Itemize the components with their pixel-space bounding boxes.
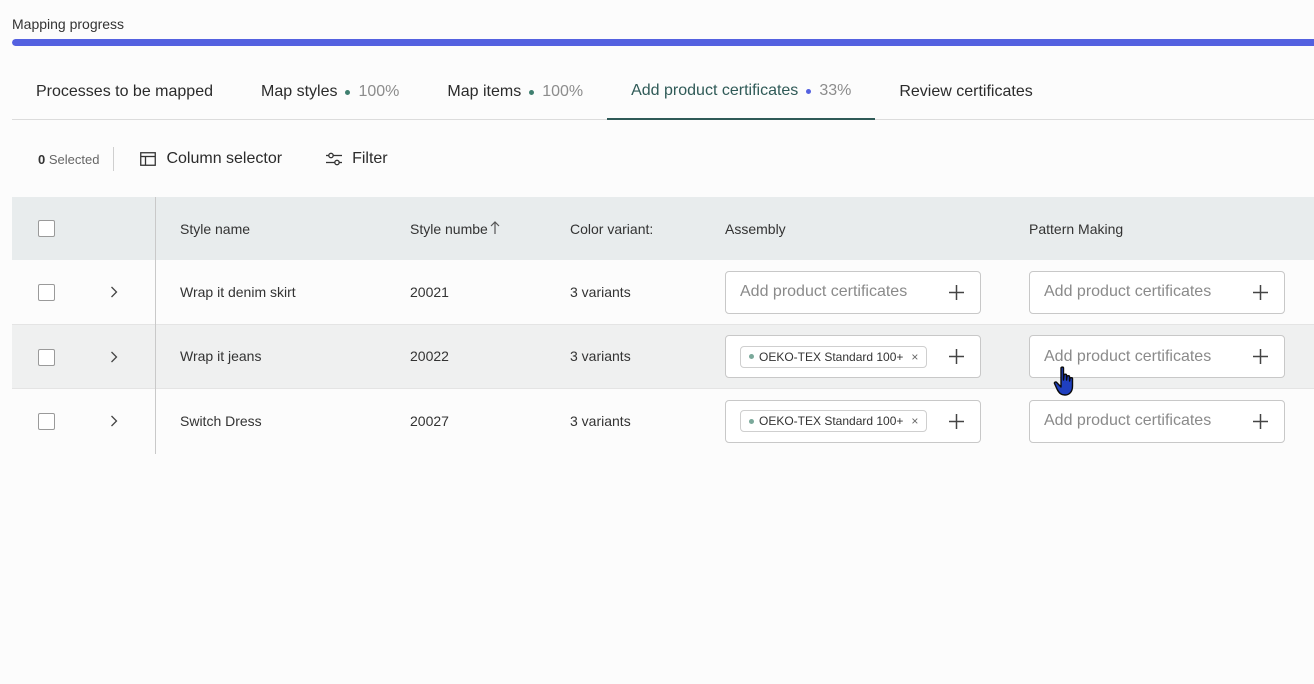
remove-tag-icon[interactable]: ×	[911, 350, 918, 364]
style-number: 20027	[410, 413, 449, 430]
toolbar-divider	[113, 147, 115, 171]
pattern-making-certificate-field[interactable]: Add product certificates	[1029, 270, 1285, 314]
column-divider	[155, 197, 156, 454]
column-header-style-name[interactable]: Style name	[180, 197, 250, 260]
row-checkbox[interactable]	[38, 413, 55, 430]
plus-icon[interactable]	[949, 284, 964, 300]
tab-label: Processes to be mapped	[36, 83, 213, 100]
color-variants: 3 variants	[570, 348, 631, 365]
plus-icon[interactable]	[949, 413, 964, 429]
assembly-certificate-field[interactable]: OEKO-TEX Standard 100+ ×	[725, 399, 981, 443]
chevron-right-icon[interactable]	[110, 415, 118, 427]
tab-label: Map items	[447, 83, 522, 100]
certificate-placeholder: Add product certificates	[1044, 412, 1212, 429]
style-name: Switch Dress	[180, 413, 262, 430]
status-dot	[806, 88, 812, 94]
table-icon	[140, 152, 157, 166]
hand-pointer-icon	[1053, 366, 1074, 396]
tab-percent: 100%	[358, 83, 400, 100]
tab-label: Map styles	[261, 83, 338, 100]
color-variants: 3 variants	[570, 413, 631, 430]
tab-review-certificates[interactable]: Review certificates	[875, 64, 1056, 120]
style-name: Wrap it denim skirt	[180, 283, 296, 300]
certificate-placeholder: Add product certificates	[740, 283, 908, 300]
table-row[interactable]: Wrap it jeans 20022 3 variants OEKO-TEX …	[12, 324, 1314, 389]
plus-icon[interactable]	[1253, 284, 1268, 300]
tab-label: Add product certificates	[631, 82, 799, 99]
table-row[interactable]: Wrap it denim skirt 20021 3 variants Add…	[12, 260, 1314, 325]
remove-tag-icon[interactable]: ×	[911, 414, 918, 428]
tab-bar: Processes to be mapped Map styles 100% M…	[12, 64, 1314, 120]
color-variants: 3 variants	[570, 283, 631, 300]
select-all-checkbox[interactable]	[38, 220, 55, 237]
tab-label: Review certificates	[899, 83, 1033, 100]
sliders-icon	[326, 152, 343, 166]
certificate-placeholder: Add product certificates	[1044, 347, 1212, 365]
table-header: Style name Style numbе Color variant: As…	[12, 197, 1314, 260]
status-dot	[345, 89, 351, 95]
row-checkbox[interactable]	[38, 348, 55, 366]
filter-button[interactable]: Filter	[326, 150, 388, 168]
sort-ascending-icon[interactable]	[490, 221, 500, 235]
certificate-tag: OEKO-TEX Standard 100+ ×	[740, 345, 928, 368]
column-header-pattern-making[interactable]: Pattern Making	[1029, 197, 1123, 260]
column-header-assembly[interactable]: Assembly	[725, 197, 786, 260]
tab-percent: 100%	[542, 83, 584, 100]
progress-bar	[12, 39, 1314, 46]
style-number: 20021	[410, 283, 449, 300]
plus-icon[interactable]	[1253, 413, 1268, 429]
column-selector-button[interactable]: Column selector	[140, 150, 282, 168]
progress-label: Mapping progress	[12, 16, 125, 32]
chevron-right-icon[interactable]	[110, 286, 118, 298]
column-header-style-number[interactable]: Style numbе	[410, 197, 488, 260]
plus-icon[interactable]	[1253, 349, 1268, 364]
assembly-certificate-field[interactable]: Add product certificates	[725, 270, 981, 314]
assembly-certificate-field[interactable]: OEKO-TEX Standard 100+ ×	[725, 335, 981, 378]
tag-dot	[749, 354, 754, 359]
styles-table: Style name Style numbе Color variant: As…	[12, 197, 1314, 454]
pattern-making-certificate-field[interactable]: Add product certificates	[1029, 399, 1285, 443]
certificate-placeholder: Add product certificates	[1044, 283, 1212, 300]
tag-dot	[749, 418, 754, 424]
chevron-right-icon[interactable]	[110, 351, 118, 363]
tab-processes[interactable]: Processes to be mapped	[12, 64, 237, 120]
style-name: Wrap it jeans	[180, 348, 262, 365]
table-row[interactable]: Switch Dress 20027 3 variants OEKO-TEX S…	[12, 389, 1314, 454]
tab-percent: 33%	[819, 82, 852, 99]
column-header-color-variants[interactable]: Color variant:	[570, 197, 660, 260]
row-checkbox[interactable]	[38, 284, 55, 301]
tab-add-product-certificates[interactable]: Add product certificates 33%	[607, 64, 876, 120]
certificate-tag: OEKO-TEX Standard 100+ ×	[740, 410, 928, 432]
status-dot	[529, 89, 535, 95]
progress-bar-fill	[12, 39, 1314, 46]
tab-map-items[interactable]: Map items 100%	[423, 64, 607, 120]
toolbar: 0 Selected Column selector Filter	[38, 144, 388, 174]
tab-map-styles[interactable]: Map styles 100%	[237, 64, 423, 120]
style-number: 20022	[410, 348, 449, 365]
selected-count: 0 Selected	[38, 151, 100, 167]
plus-icon[interactable]	[949, 349, 964, 364]
